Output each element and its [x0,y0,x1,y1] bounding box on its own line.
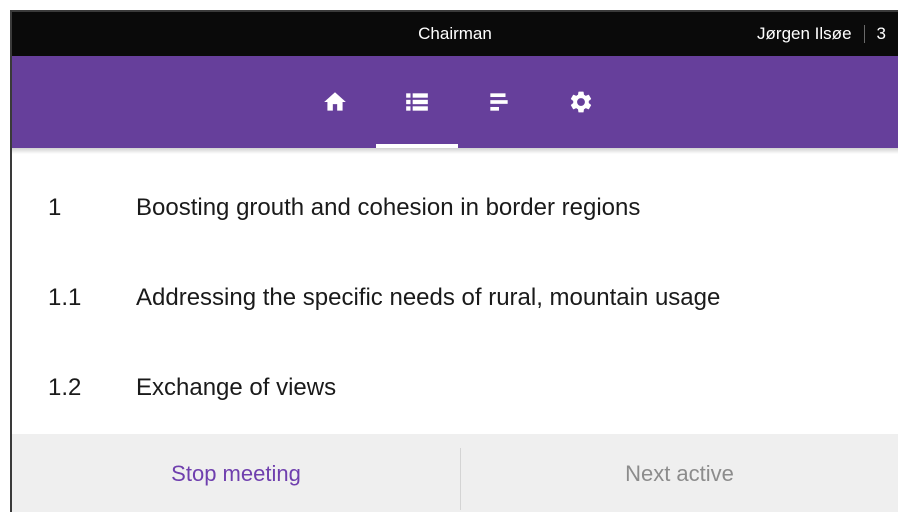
agenda-item-title: Exchange of views [136,374,337,401]
agenda-item-title: Addressing the specific needs of rural, … [136,284,721,311]
next-active-button[interactable]: Next active [461,434,898,512]
nav-shadow [12,148,898,154]
gear-icon [570,91,592,113]
agenda-item[interactable]: 1 Boosting grouth and cohesion in border… [12,164,898,254]
stop-meeting-button[interactable]: Stop meeting [12,434,460,512]
user-separator [863,25,865,43]
bar-chart-icon [490,93,508,111]
tab-agenda[interactable] [376,56,458,148]
agenda-item[interactable]: 1.2 Exchange of views [12,344,898,434]
user-count: 3 [876,24,886,43]
user-name: Jørgen Ilsøe [757,24,852,43]
agenda-item-number: 1.2 [48,374,82,401]
agenda-item-number: 1 [48,194,62,221]
agenda-item[interactable]: 1.1 Addressing the specific needs of rur… [12,254,898,344]
agenda-list: 1 Boosting grouth and cohesion in border… [12,164,898,434]
top-status-bar: Chairman Jørgen Ilsøe 3 [12,12,898,56]
agenda-item-number: 1.1 [48,284,82,311]
tab-settings[interactable] [540,56,622,148]
agenda-item-title: Boosting grouth and cohesion in border r… [136,194,641,221]
user-info: Jørgen Ilsøe 3 [757,12,886,56]
app-window: Chairman Jørgen Ilsøe 3 1 Boosting grout… [10,10,898,512]
tab-statistics[interactable] [458,56,540,148]
list-icon [406,93,428,111]
main-nav [12,56,898,148]
action-bar: Stop meeting Next active [12,434,898,512]
home-icon [324,92,346,111]
tab-home[interactable] [294,56,376,148]
